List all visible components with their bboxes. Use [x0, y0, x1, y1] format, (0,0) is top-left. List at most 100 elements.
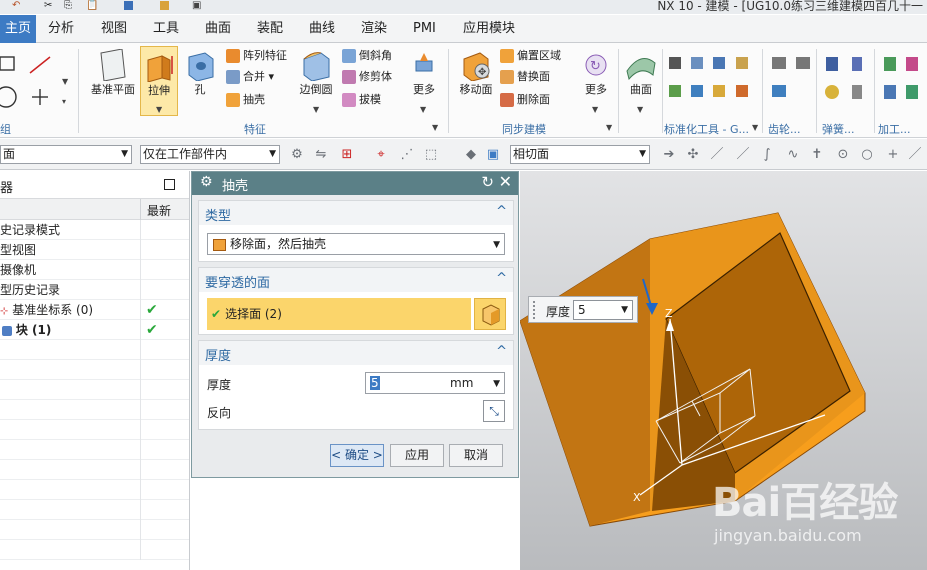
snap-intersection-icon[interactable]: ∿ [786, 148, 800, 161]
more-features-button[interactable]: 更多 ▼ [408, 49, 440, 114]
reset-icon[interactable]: ↻ [481, 173, 494, 191]
section-type: 类型 ^ 移除面，然后抽壳 ▼ [198, 200, 514, 262]
drag-handle[interactable] [533, 301, 541, 319]
list-item[interactable]: 史记录模式 [0, 220, 189, 240]
list-item-datum-csys[interactable]: ⊹ 基准坐标系 (0) ✔ [0, 300, 189, 320]
gear-tools[interactable] [768, 55, 818, 105]
thickness-input[interactable]: 5 mm ▼ [365, 372, 505, 394]
tab-view[interactable]: 视图 [101, 15, 127, 43]
section-thickness-header[interactable]: 厚度 ^ [199, 341, 513, 365]
window-menu-icon[interactable]: ▣ [192, 0, 206, 11]
snap-existing-point-icon[interactable]: ✣ [686, 148, 700, 161]
tab-render[interactable]: 渲染 [361, 15, 387, 43]
cancel-button[interactable]: 取消 [449, 444, 503, 467]
tab-pmi[interactable]: PMI [413, 15, 436, 43]
list-item[interactable]: 摄像机 [0, 260, 189, 280]
section-faces-header[interactable]: 要穿透的面 ^ [199, 268, 513, 292]
move-face-button[interactable]: ✥ 移动面 [456, 49, 496, 97]
popup-thickness-input[interactable]: 5 ▼ [573, 300, 633, 320]
paste-icon[interactable]: 📋 [86, 0, 100, 11]
snap-point-icon[interactable]: ⊞ [340, 148, 354, 161]
process-tools[interactable] [880, 55, 927, 105]
face-rule-select[interactable]: 相切面 ▼ [510, 145, 650, 164]
tab-analysis[interactable]: 分析 [48, 15, 74, 43]
draft-button[interactable]: 拔模 [342, 91, 381, 109]
navigator-column-header: 最新 [0, 199, 189, 220]
ok-button[interactable]: < 确定 > [330, 444, 384, 467]
trim-body-button[interactable]: 修剪体 [342, 68, 392, 86]
scope-filter-select[interactable]: 仅在工作部件内 ▼ [140, 145, 280, 164]
gear-icon[interactable]: ⚙ [200, 174, 213, 190]
list-item[interactable]: 型视图 [0, 240, 189, 260]
tab-tools[interactable]: 工具 [153, 15, 179, 43]
select-all-icon[interactable]: ⚙ [290, 148, 304, 161]
reverse-direction-button[interactable]: ⤡ [483, 400, 505, 422]
snap-mid-point-icon[interactable]: ／ [736, 148, 750, 161]
extrude-button[interactable]: 拉伸 ▼ [140, 46, 178, 116]
face-select-button[interactable] [474, 298, 506, 330]
snap-quadrant-icon[interactable]: ✝ [810, 148, 824, 161]
arrow-right-icon[interactable]: ➔ [662, 148, 676, 161]
thickness-popup: 厚度 5 ▼ [528, 296, 638, 323]
window-icon[interactable] [124, 1, 133, 10]
body-select-icon[interactable]: ▣ [486, 148, 500, 161]
replace-face-button[interactable]: 替换面 [500, 68, 550, 86]
dialog-header[interactable]: ⚙ 抽壳 ↻ ✕ [192, 172, 518, 195]
block-icon [2, 325, 12, 336]
lasso-select-icon[interactable]: ◆ [464, 148, 478, 161]
column-latest[interactable]: 最新 [147, 202, 171, 219]
group-gear: 齿轮... [768, 123, 801, 136]
sketch-dropdown-icon[interactable]: ▼ [62, 77, 68, 86]
section-faces: 要穿透的面 ^ ✔ 选择面 (2) [198, 267, 514, 335]
select-face-field[interactable]: ✔ 选择面 (2) [207, 298, 471, 330]
hole-button[interactable]: 孔 [184, 49, 216, 97]
tools-icon[interactable] [160, 1, 169, 10]
apply-button[interactable]: 应用 [390, 444, 444, 467]
maximize-icon[interactable] [164, 179, 175, 190]
datum-plane-button[interactable]: 基准平面 [86, 49, 140, 97]
pattern-feature-button[interactable]: 阵列特征 [226, 47, 287, 65]
rectangle-select-icon[interactable]: ⬚ [424, 148, 438, 161]
tab-applications[interactable]: 应用模块 [463, 15, 515, 43]
unite-button[interactable]: 合并 ▾ [226, 68, 274, 86]
list-item-block[interactable]: 块 (1) ✔ [0, 320, 189, 340]
snap-tangent-icon[interactable]: ○ [860, 148, 874, 161]
spring-tools[interactable] [822, 55, 872, 105]
group-spring: 弹簧... [822, 123, 855, 136]
check-icon: ✔ [146, 302, 158, 318]
cut-icon[interactable]: ✂ [44, 0, 58, 11]
tab-surface[interactable]: 曲面 [205, 15, 231, 43]
surface-button[interactable]: 曲面 ▼ [622, 49, 660, 114]
close-icon[interactable]: ✕ [499, 172, 512, 191]
shell-type-select[interactable]: 移除面，然后抽壳 ▼ [207, 233, 505, 255]
offset-region-button[interactable]: 偏置区域 [500, 47, 561, 65]
type-filter-select[interactable]: 面 ▼ [0, 145, 132, 164]
undo-icon[interactable]: ↶ [12, 0, 26, 11]
snap-arc-center-icon[interactable]: ⊙ [836, 148, 850, 161]
dialog-title: 抽壳 [222, 179, 249, 194]
watermark-brand: Bai百经验 [712, 480, 898, 526]
feature-select-icon[interactable]: ⌖ [374, 148, 388, 161]
copy-icon[interactable]: ⎘ [64, 0, 78, 11]
line-icon [29, 56, 51, 74]
sketch-more-icon[interactable]: ▾ [62, 97, 66, 106]
list-item[interactable]: 型历史记录 [0, 280, 189, 300]
circle-icon [0, 86, 17, 108]
delete-face-button[interactable]: 删除面 [500, 91, 550, 109]
filter-reset-icon[interactable]: ⇋ [314, 148, 328, 161]
shell-button[interactable]: 抽壳 [226, 91, 265, 109]
snap-end-point-icon[interactable]: ／ [710, 148, 724, 161]
edge-blend-button[interactable]: 边倒圆 ▼ [296, 49, 336, 114]
tab-assembly[interactable]: 装配 [257, 15, 283, 43]
more-sync-button[interactable]: ↻ 更多 ▼ [580, 49, 612, 114]
chamfer-button[interactable]: 倒斜角 [342, 47, 392, 65]
tab-curve[interactable]: 曲线 [309, 15, 335, 43]
snap-point-on-face-icon[interactable]: ／ [908, 148, 922, 161]
section-type-header[interactable]: 类型 ^ [199, 201, 513, 225]
curve-rule-icon[interactable]: ⋰ [400, 148, 414, 161]
snap-point-on-curve-icon[interactable]: + [886, 148, 900, 161]
tab-home[interactable]: 主页 [0, 15, 36, 43]
part-navigator: 器 最新 史记录模式 型视图 摄像机 型历史记录 ⊹ 基准坐标系 (0) ✔ 块… [0, 171, 190, 570]
snap-control-point-icon[interactable]: ∫ [760, 148, 774, 161]
standard-parts-tools[interactable] [666, 55, 766, 105]
